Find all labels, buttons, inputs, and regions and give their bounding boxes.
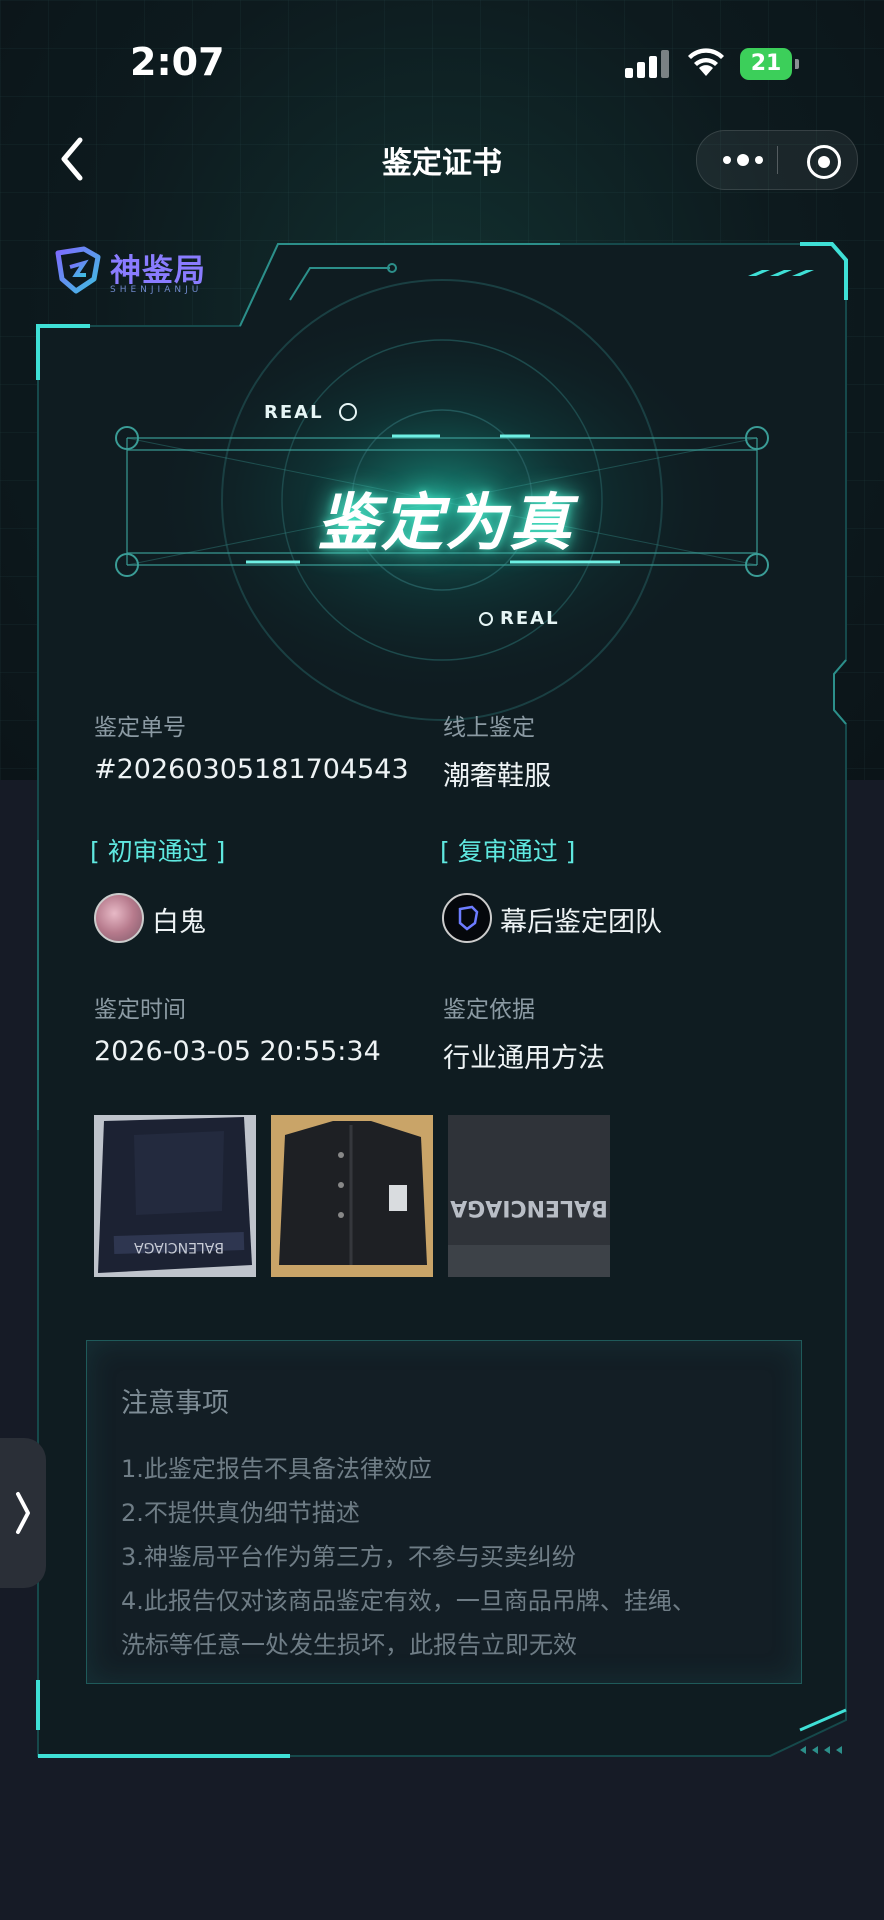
service-type-label: 线上鉴定 (443, 715, 535, 741)
jacket-logo-photo[interactable]: BALENCIAGA (448, 1115, 610, 1277)
side-drawer-tab[interactable] (0, 1438, 46, 1588)
close-miniprogram-icon[interactable] (807, 145, 841, 179)
team-logo-icon (458, 905, 479, 931)
shield-logo-icon (55, 246, 101, 294)
appraisal-basis-label: 鉴定依据 (443, 997, 535, 1023)
first-reviewer-avatar (94, 893, 144, 943)
jacket-front-photo[interactable] (271, 1115, 433, 1277)
second-review-badge: [ 复审通过 ] (440, 837, 576, 866)
notice-line-2: 2.不提供真伪细节描述 (121, 1499, 360, 1527)
jacket-logo-image: BALENCIAGA (448, 1115, 610, 1277)
brand-subtitle: SHENJIANJU (110, 285, 203, 295)
capsule-divider (777, 146, 778, 174)
balenciaga-print-2: BALENCIAGA (450, 1195, 608, 1220)
notice-title: 注意事项 (121, 1388, 229, 1419)
second-review-label: 复审通过 (457, 837, 558, 866)
chevron-right-icon (16, 1492, 30, 1534)
jacket-front-image (271, 1115, 433, 1277)
notice-panel: 注意事项 1.此鉴定报告不具备法律效应 2.不提供真伪细节描述 3.神鉴局平台作… (86, 1340, 802, 1684)
miniprogram-capsule (696, 130, 858, 190)
wifi-icon (688, 48, 724, 76)
verdict-title: 鉴定为真 (316, 486, 573, 559)
cellular-signal-icon (625, 48, 671, 78)
verdict-banner: REAL 鉴定为真 REAL (110, 390, 780, 650)
real-tag-top: REAL (264, 402, 324, 423)
notice-line-1: 1.此鉴定报告不具备法律效应 (121, 1455, 432, 1483)
status-bar: 2:07 21 (0, 0, 884, 120)
notice-line-4: 4.此报告仅对该商品鉴定有效，一旦商品吊牌、挂绳、 (121, 1587, 696, 1615)
brand-logo: 神鉴局 SHENJIANJU (54, 245, 234, 305)
appraisal-basis-value: 行业通用方法 (443, 1043, 605, 1074)
appraisal-time-value: 2026-03-05 20:55:34 (94, 1036, 381, 1067)
second-reviewer-avatar (442, 893, 492, 943)
appraisal-time-label: 鉴定时间 (94, 997, 186, 1023)
notice-line-3: 3.神鉴局平台作为第三方，不参与买卖纠纷 (121, 1543, 576, 1571)
battery-level: 21 (750, 51, 782, 76)
status-time: 2:07 (130, 40, 225, 84)
notice-line-5: 洗标等任意一处发生损坏，此报告立即无效 (121, 1631, 577, 1659)
order-number-value: #20260305181704543 (94, 754, 409, 785)
balenciaga-print-1: BALENCIAGA (134, 1239, 224, 1255)
first-review-badge: [ 初审通过 ] (90, 837, 226, 866)
second-reviewer-name: 幕后鉴定团队 (500, 907, 662, 938)
jacket-back-photo[interactable]: BALENCIAGA (94, 1115, 256, 1277)
more-icon[interactable] (719, 131, 779, 189)
order-number-label: 鉴定单号 (94, 715, 186, 741)
jacket-back-image: BALENCIAGA (94, 1115, 256, 1277)
battery-indicator: 21 (740, 48, 799, 80)
brand-name: 神鉴局 (110, 253, 206, 289)
nav-bar: 鉴定证书 (0, 120, 884, 200)
service-type-value: 潮奢鞋服 (443, 761, 551, 792)
first-reviewer-name: 白鬼 (152, 907, 206, 938)
first-review-label: 初审通过 (107, 837, 208, 866)
real-tag-bottom: REAL (500, 608, 560, 629)
